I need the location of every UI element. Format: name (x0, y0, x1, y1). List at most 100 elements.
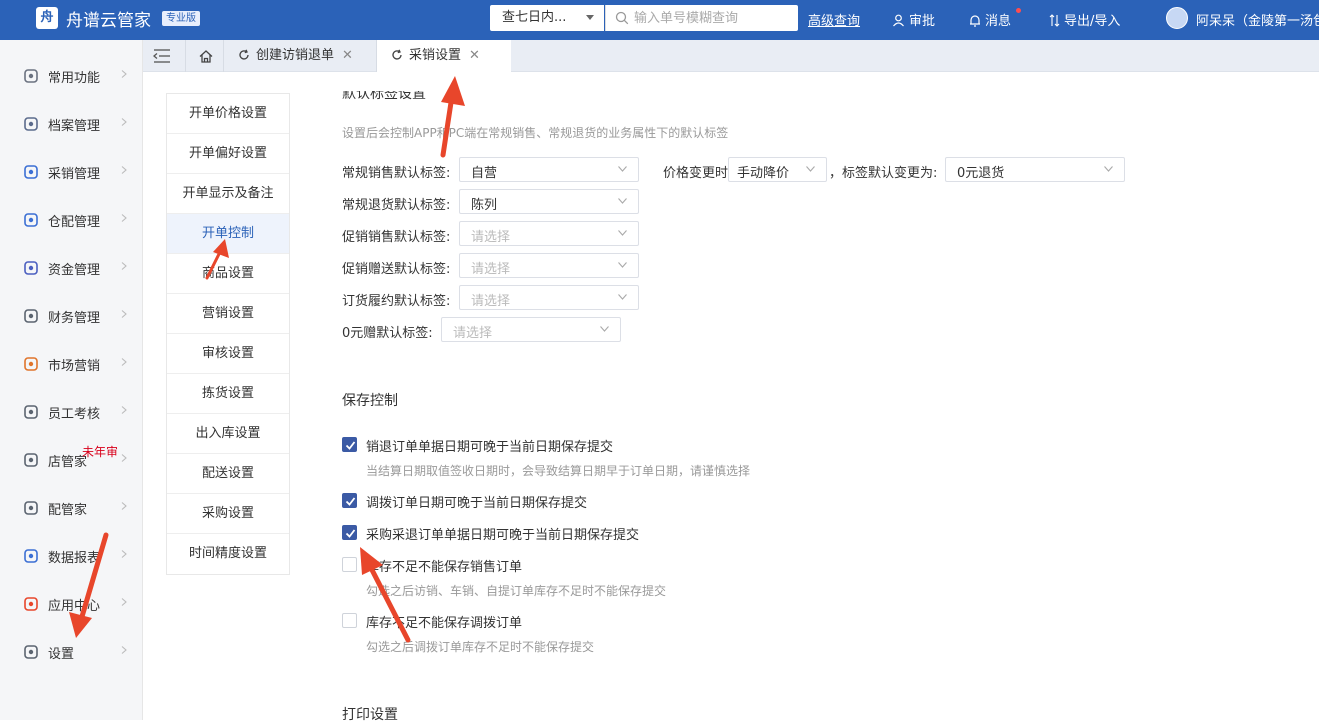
save-option-label[interactable]: 采购采退订单单据日期可晚于当前日期保存提交 (366, 524, 639, 543)
sidebar-item-7[interactable]: 员工考核 (0, 388, 142, 436)
select-value: 陈列 (471, 198, 498, 213)
close-icon[interactable]: ✕ (469, 40, 480, 72)
sidebar-item-label: 档案管理 (48, 119, 101, 134)
sidebar-item-0[interactable]: 常用功能 (0, 52, 142, 100)
default-tag-select[interactable]: 自营 (459, 157, 639, 182)
default-tag-select[interactable]: 请选择 (459, 285, 639, 310)
warehouse-icon (24, 213, 38, 227)
save-control-title: 保存控制 (342, 393, 398, 409)
advanced-query-link[interactable]: 高级查询 (808, 10, 860, 29)
sidebar-item-label: 市场营销 (48, 359, 101, 374)
sidebar-item-11[interactable]: 应用中心 (0, 580, 142, 628)
purchase-sales-icon (24, 165, 38, 179)
save-option-checkbox[interactable] (342, 437, 357, 452)
avatar[interactable] (1166, 7, 1188, 29)
refresh-icon[interactable] (238, 49, 250, 61)
subnav-item[interactable]: 出入库设置 (167, 414, 289, 454)
sidebar-item-label: 配管家 (48, 503, 88, 518)
subnav-item[interactable]: 开单控制 (167, 214, 289, 254)
settings-icon (24, 645, 38, 659)
chevron-right-icon (121, 550, 127, 558)
default-tags-title: 默认标签设置 (342, 86, 426, 102)
collapse-menu-icon[interactable] (153, 48, 171, 64)
import-export-label: 导出/导入 (1064, 14, 1121, 29)
sidebar-item-8[interactable]: 店管家 (0, 436, 142, 484)
sidebar-item-3[interactable]: 仓配管理 (0, 196, 142, 244)
sidebar-item-5[interactable]: 财务管理 (0, 292, 142, 340)
chevron-right-icon (121, 598, 127, 606)
save-option-checkbox[interactable] (342, 493, 357, 508)
approval-label: 审批 (909, 14, 936, 29)
approval-button[interactable]: 审批 (892, 10, 935, 29)
chevron-right-icon (121, 646, 127, 654)
import-export-button[interactable]: 导出/导入 (1049, 10, 1120, 29)
save-option-hint: 勾选之后调拨订单库存不足时不能保存提交 (366, 640, 595, 654)
default-tag-select[interactable]: 请选择 (441, 317, 621, 342)
sidebar-item-6[interactable]: 市场营销 (0, 340, 142, 388)
sidebar-item-label: 资金管理 (48, 263, 101, 278)
chevron-down-icon (618, 230, 627, 236)
sidebar-item-label: 员工考核 (48, 407, 101, 422)
save-option-label[interactable]: 调拨订单日期可晚于当前日期保存提交 (366, 492, 587, 511)
top-bar: 舟 舟谱云管家 专业版 查七日内... 高级查询 审批 消息 导出/导入 阿呆呆… (0, 0, 1319, 40)
subnav-item[interactable]: 营销设置 (167, 294, 289, 334)
sidebar-item-9[interactable]: 配管家 (0, 484, 142, 532)
save-option-label[interactable]: 库存不足不能保存销售订单 (366, 556, 522, 575)
default-tag-select[interactable]: 请选择 (459, 221, 639, 246)
subnav-item[interactable]: 开单显示及备注 (167, 174, 289, 214)
chevron-right-icon (121, 310, 127, 318)
default-tag-label: 常规退货默认标签: (342, 198, 451, 213)
check-icon (345, 529, 356, 538)
refresh-icon[interactable] (391, 49, 403, 61)
save-option-checkbox[interactable] (342, 613, 357, 628)
default-tags-hint: 设置后会控制APP和PC端在常规销售、常规退货的业务属性下的默认标签 (342, 126, 729, 140)
subnav-item[interactable]: 开单价格设置 (167, 94, 289, 134)
tab-label: 采销设置 (409, 48, 462, 63)
sidebar-item-1[interactable]: 档案管理 (0, 100, 142, 148)
date-range-select[interactable]: 查七日内... (490, 5, 604, 31)
sort-arrows-icon (1049, 14, 1060, 27)
chevron-down-icon (600, 326, 609, 332)
select-placeholder: 请选择 (453, 326, 493, 341)
order-search-input[interactable] (634, 8, 794, 28)
save-option-label[interactable]: 销退订单单据日期可晚于当前日期保存提交 (366, 436, 613, 455)
subnav-item[interactable]: 拣货设置 (167, 374, 289, 414)
default-tag-select[interactable]: 请选择 (459, 253, 639, 278)
tag-change-select[interactable]: 0元退货 (945, 157, 1125, 182)
sidebar-item-label: 数据报表 (48, 551, 101, 566)
main-sidebar: 常用功能档案管理采销管理 仓配管理资金管理财务管理市场营销员工考核店管家配管家数据… (0, 40, 143, 720)
close-icon[interactable]: ✕ (342, 40, 353, 72)
default-tag-select[interactable]: 陈列 (459, 189, 639, 214)
subnav-item[interactable]: 开单偏好设置 (167, 134, 289, 174)
sidebar-item-2[interactable]: 采销管理 (0, 148, 142, 196)
sidebar-item-4[interactable]: 资金管理 (0, 244, 142, 292)
order-search-box[interactable] (605, 5, 798, 31)
caret-down-icon (586, 15, 594, 20)
save-option-checkbox[interactable] (342, 525, 357, 540)
save-option-label[interactable]: 库存不足不能保存调拨订单 (366, 612, 522, 631)
sidebar-item-10[interactable]: 数据报表 (0, 532, 142, 580)
check-icon (345, 441, 356, 450)
apps-icon (24, 597, 38, 611)
subnav-item[interactable]: 时间精度设置 (167, 534, 289, 574)
save-option-checkbox[interactable] (342, 557, 357, 572)
tab-home[interactable] (185, 40, 223, 72)
chevron-right-icon (121, 454, 127, 462)
price-change-select[interactable]: 手动降价 (728, 157, 827, 182)
sidebar-item-12[interactable]: 设置 (0, 628, 142, 676)
tab-create-return-order[interactable]: 创建访销退单 ✕ (223, 40, 376, 72)
default-tag-label: 常规销售默认标签: (342, 166, 451, 181)
subnav-item[interactable]: 采购设置 (167, 494, 289, 534)
messages-button[interactable]: 消息 (969, 8, 1021, 29)
user-name[interactable]: 阿呆呆（金陵第一汤包 (1196, 10, 1319, 29)
chevron-down-icon (1104, 166, 1113, 172)
subnav-item[interactable]: 商品设置 (167, 254, 289, 294)
tab-purchase-sales-settings[interactable]: 采销设置 ✕ (376, 40, 511, 72)
select-placeholder: 请选择 (471, 230, 511, 245)
home-icon (199, 50, 213, 63)
subnav-item[interactable]: 配送设置 (167, 454, 289, 494)
chevron-right-icon (121, 118, 127, 126)
funds-icon (24, 261, 38, 275)
tab-bar: 创建访销退单 ✕ 采销设置 ✕ (143, 40, 1319, 72)
subnav-item[interactable]: 审核设置 (167, 334, 289, 374)
